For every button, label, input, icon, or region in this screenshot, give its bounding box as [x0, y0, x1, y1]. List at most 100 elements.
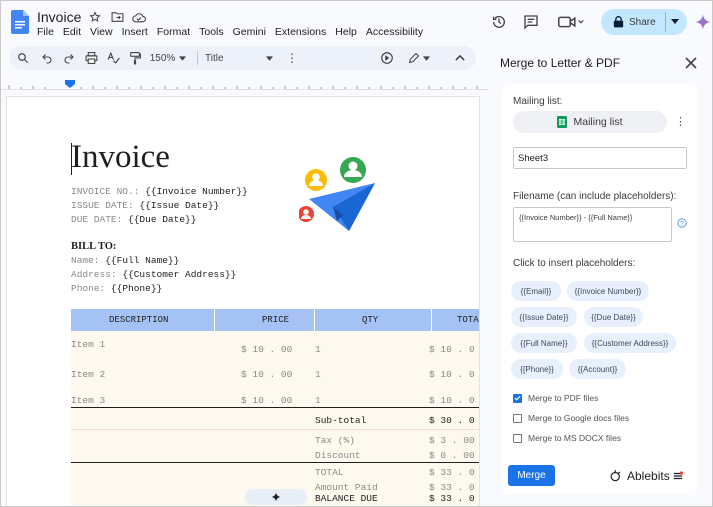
horizontal-ruler[interactable]: [1, 76, 488, 90]
version-history-icon[interactable]: [489, 12, 509, 32]
issue-date-line: ISSUE DATE: {{Issue Date}}: [71, 200, 220, 211]
menu-extensions[interactable]: Extensions: [275, 26, 326, 38]
address-line: Address: {{Customer Address}}: [71, 269, 237, 280]
share-button[interactable]: Share: [601, 9, 687, 35]
option-ms-docx[interactable]: Merge to MS DOCX files: [513, 433, 621, 443]
undo-icon[interactable]: [39, 50, 55, 66]
table-header: DESCRIPTION PRICE QTY TOTA: [71, 309, 479, 331]
placeholders-label: Click to insert placeholders:: [513, 258, 636, 269]
mailing-list-button[interactable]: Mailing list: [513, 111, 667, 133]
style-caret-icon: [266, 55, 273, 61]
menu-file[interactable]: File: [37, 26, 54, 38]
tax-value: $ 3 . 00: [429, 435, 475, 446]
amount-paid-label: Amount Paid: [315, 482, 378, 493]
menu-gemini[interactable]: Gemini: [233, 26, 266, 38]
mailing-list-button-label: Mailing list: [573, 116, 623, 128]
sheets-icon: [557, 116, 568, 128]
collapse-toolbar-icon[interactable]: [453, 50, 467, 66]
voice-typing-icon[interactable]: [379, 50, 395, 66]
total-value: $ 33 . 0: [429, 467, 475, 478]
subtotal-label: Sub-total: [315, 415, 367, 426]
chevron-down-icon[interactable]: [671, 19, 679, 25]
checkbox-icon[interactable]: [513, 433, 522, 443]
table-body: [71, 331, 479, 506]
docs-logo-icon[interactable]: [11, 10, 29, 34]
invoice-heading: Invoice: [71, 139, 170, 175]
checkbox-icon[interactable]: [513, 413, 522, 423]
filename-field[interactable]: {{Invoice Number}} - {{Full Name}}: [513, 207, 672, 242]
lock-icon: [613, 16, 624, 28]
column-total: TOTA: [457, 315, 479, 325]
sheet-field[interactable]: Sheet3: [513, 147, 687, 169]
formatting-toolbar: 150% Title ⋮: [9, 46, 476, 70]
menu-format[interactable]: Format: [157, 26, 190, 38]
gemini-icon[interactable]: [693, 12, 712, 32]
style-select[interactable]: Title: [205, 50, 273, 66]
search-icon[interactable]: [15, 50, 31, 66]
zoom-select[interactable]: 150%: [147, 50, 189, 66]
meet-icon[interactable]: [557, 12, 585, 32]
ablebits-brand[interactable]: Ablebits: [610, 469, 683, 483]
menu-bar: File Edit View Insert Format Tools Gemin…: [37, 26, 423, 38]
phone-line: Phone: {{Phone}}: [71, 283, 163, 294]
placeholder-chip-customer-address[interactable]: {{Customer Address}}: [584, 333, 676, 353]
placeholder-chip-invoice-number[interactable]: {{Invoice Number}}: [567, 281, 649, 301]
merge-button[interactable]: Merge: [508, 465, 555, 486]
placeholder-chip-due-date[interactable]: {{Due Date}}: [584, 307, 643, 327]
app-window: Invoice File Edit View Insert Format Too…: [0, 0, 713, 507]
zoom-value: 150%: [149, 52, 176, 64]
menu-help[interactable]: Help: [335, 26, 357, 38]
placeholder-chip-phone[interactable]: {{Phone}}: [511, 359, 563, 379]
placeholder-chip-email[interactable]: {{Email}}: [511, 281, 561, 301]
menu-edit[interactable]: Edit: [63, 26, 81, 38]
menu-insert[interactable]: Insert: [122, 26, 148, 38]
mailing-list-more-icon[interactable]: ⋮: [675, 115, 686, 128]
mode-caret-icon: [423, 55, 430, 61]
sparkle-icon: [271, 492, 281, 502]
star-icon[interactable]: [87, 9, 103, 25]
checkbox-checked-icon[interactable]: [513, 393, 522, 403]
invoice-number-line: INVOICE NO.: {{Invoice Number}}: [71, 186, 248, 197]
close-icon[interactable]: [683, 55, 699, 71]
amount-paid-value: $ 33 . 0: [429, 482, 475, 493]
help-icon[interactable]: ?: [677, 218, 687, 228]
placeholder-chip-issue-date[interactable]: {{Issue Date}}: [511, 307, 577, 327]
ablebits-logo-icon: [610, 470, 621, 482]
column-qty: QTY: [362, 315, 379, 325]
comments-icon[interactable]: [521, 12, 541, 32]
ask-gemini-button[interactable]: [245, 489, 307, 505]
spellcheck-icon[interactable]: [105, 50, 121, 66]
more-options-icon[interactable]: ⋮: [286, 50, 298, 66]
discount-label: Discount: [315, 450, 361, 461]
editing-mode-select[interactable]: [405, 50, 433, 66]
document-page[interactable]: Invoice INVOICE NO.: {{Invoice Number}} …: [7, 97, 479, 506]
pencil-icon: [408, 52, 420, 64]
zoom-caret-icon: [179, 55, 187, 61]
due-date-line: DUE DATE: {{Due Date}}: [71, 214, 197, 225]
svg-text:?: ?: [680, 221, 684, 228]
style-value: Title: [205, 52, 224, 64]
option-pdf[interactable]: Merge to PDF files: [513, 393, 598, 403]
mailing-list-label: Mailing list:: [513, 96, 563, 107]
placeholder-chip-full-name[interactable]: {{Full Name}}: [511, 333, 577, 353]
paper-plane-illustration: [299, 157, 375, 231]
placeholder-chip-account[interactable]: {{Account}}: [569, 359, 626, 379]
filename-label: Filename (can include placeholders):: [513, 191, 677, 202]
move-folder-icon[interactable]: [109, 9, 125, 25]
share-label: Share: [629, 16, 656, 28]
document-title[interactable]: Invoice: [37, 9, 81, 25]
bill-to-label: BILL TO:: [71, 241, 117, 252]
cloud-status-icon[interactable]: [131, 9, 147, 25]
menu-icon[interactable]: [673, 471, 683, 481]
option-google-docs[interactable]: Merge to Google docs files: [513, 413, 629, 423]
sidebar-title: Merge to Letter & PDF: [500, 56, 621, 70]
title-icons: [87, 9, 147, 25]
menu-tools[interactable]: Tools: [199, 26, 224, 38]
print-icon[interactable]: [83, 50, 99, 66]
column-price: PRICE: [262, 315, 290, 325]
menu-view[interactable]: View: [90, 26, 113, 38]
redo-icon[interactable]: [61, 50, 77, 66]
menu-accessibility[interactable]: Accessibility: [366, 26, 423, 38]
paint-format-icon[interactable]: [127, 50, 143, 66]
ablebits-label: Ablebits: [627, 469, 670, 483]
